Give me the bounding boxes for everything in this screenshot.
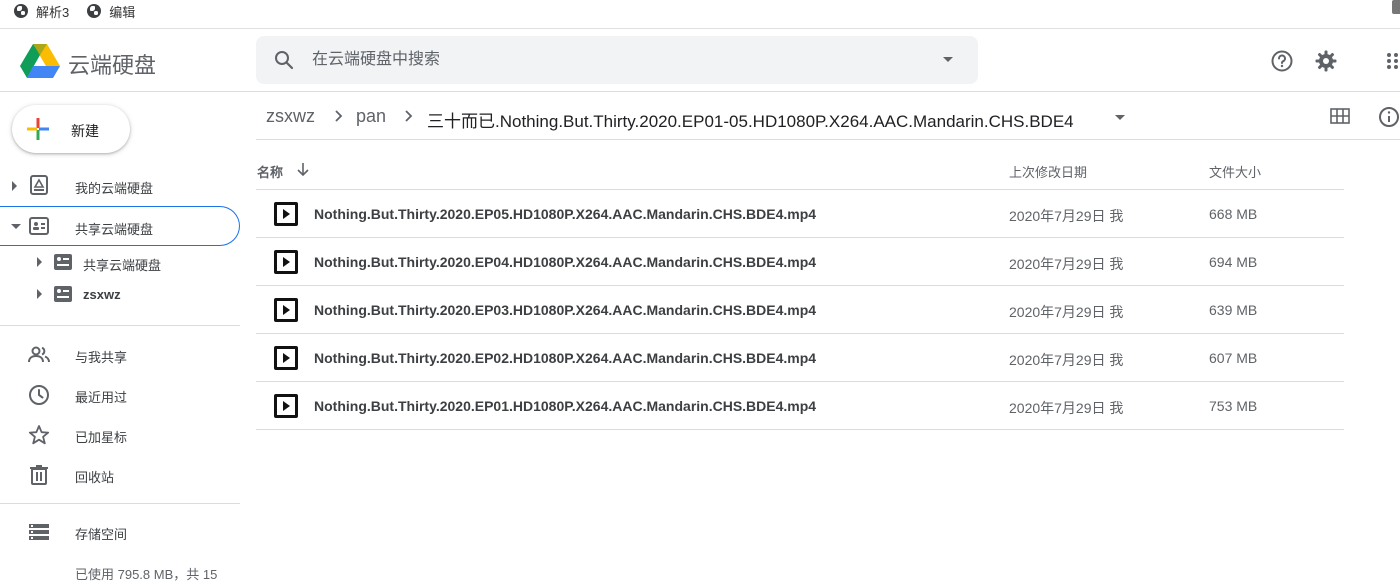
file-name: Nothing.But.Thirty.2020.EP04.HD1080P.X26… (314, 254, 817, 270)
file-modified: 2020年7月29日 我 (1009, 352, 1124, 368)
file-modified: 2020年7月29日 我 (1009, 256, 1124, 272)
apps-icon[interactable] (1386, 49, 1400, 73)
sidebar-divider (0, 503, 240, 504)
people-icon (28, 346, 50, 363)
grid-view-icon[interactable] (1330, 108, 1350, 124)
app-header: 云端硬盘 (0, 28, 1400, 92)
settings-icon[interactable] (1314, 49, 1338, 73)
file-row[interactable]: Nothing.But.Thirty.2020.EP05.HD1080P.X26… (256, 190, 1344, 238)
video-thumbnail-icon (274, 202, 298, 226)
search-input[interactable] (312, 48, 912, 72)
collapse-arrow-icon[interactable] (11, 224, 21, 229)
new-button-label: 新建 (71, 123, 99, 139)
sidebar-item-label: 存储空间 (75, 527, 128, 542)
file-list-header: 名称 上次修改日期 文件大小 (256, 150, 1344, 190)
video-thumbnail-icon (274, 298, 298, 322)
help-icon[interactable] (1270, 49, 1294, 73)
video-thumbnail-icon (274, 346, 298, 370)
expand-arrow-icon[interactable] (37, 257, 42, 267)
sidebar-subitem-zsxwz[interactable]: zsxwz (0, 278, 240, 310)
search-box[interactable] (256, 36, 978, 84)
breadcrumb-current-folder[interactable]: 三十而已.Nothing.But.Thirty.2020.EP01-05.HD1… (427, 107, 1074, 132)
globe-icon (87, 4, 102, 18)
bookmark-label: 编辑 (109, 4, 136, 20)
bookmark-item[interactable]: 编辑 (87, 2, 135, 21)
column-header-size[interactable]: 文件大小 (1209, 162, 1261, 181)
file-name: Nothing.But.Thirty.2020.EP02.HD1080P.X26… (314, 350, 817, 366)
file-modified: 2020年7月29日 我 (1009, 304, 1124, 320)
storage-usage-text: 已使用 795.8 MB，共 15 (75, 567, 218, 581)
sidebar-item-label: 与我共享 (75, 350, 128, 365)
column-header-name[interactable]: 名称 (257, 162, 283, 181)
file-row[interactable]: Nothing.But.Thirty.2020.EP04.HD1080P.X26… (256, 238, 1344, 286)
clock-icon (29, 385, 49, 405)
file-name: Nothing.But.Thirty.2020.EP03.HD1080P.X26… (314, 302, 817, 318)
sidebar-item-starred[interactable]: 已加星标 (0, 415, 240, 455)
chevron-right-icon (335, 110, 343, 122)
star-icon (28, 425, 50, 445)
breadcrumb: zsxwz pan 三十而已.Nothing.But.Thirty.2020.E… (256, 92, 1400, 140)
drive-logo-icon[interactable] (20, 43, 60, 79)
shared-drives-icon (29, 217, 49, 235)
bookmark-overflow-icon[interactable] (1392, 0, 1400, 14)
sidebar-item-label: 共享云端硬盘 (75, 222, 154, 237)
sidebar-divider (0, 325, 240, 326)
sidebar-subitem-shared-drive[interactable]: 共享云端硬盘 (0, 246, 240, 278)
sidebar-item-shared-with-me[interactable]: 与我共享 (0, 335, 240, 375)
sidebar-item-my-drive[interactable]: 我的云端硬盘 (0, 166, 240, 206)
trash-icon (30, 465, 48, 485)
file-size: 753 MB (1209, 398, 1258, 414)
sidebar-item-label: 我的云端硬盘 (75, 181, 154, 196)
file-size: 639 MB (1209, 302, 1258, 318)
expand-arrow-icon[interactable] (37, 289, 42, 299)
file-modified: 2020年7月29日 我 (1009, 400, 1124, 416)
video-thumbnail-icon (274, 250, 298, 274)
file-row[interactable]: Nothing.But.Thirty.2020.EP03.HD1080P.X26… (256, 286, 1344, 334)
bookmark-label: 解析3 (36, 4, 70, 20)
storage-icon (29, 524, 49, 540)
bookmarks-bar: 解析3 编辑 (0, 0, 1400, 22)
shared-drive-folder-icon (54, 254, 72, 270)
plus-icon (27, 118, 49, 140)
expand-arrow-icon[interactable] (12, 181, 17, 191)
sort-arrow-down-icon[interactable] (296, 161, 310, 177)
folder-menu-dropdown-icon[interactable] (1115, 115, 1125, 120)
file-name: Nothing.But.Thirty.2020.EP05.HD1080P.X26… (314, 206, 817, 222)
sidebar-item-recent[interactable]: 最近用过 (0, 375, 240, 415)
info-icon[interactable] (1378, 106, 1400, 128)
app-brand[interactable]: 云端硬盘 (68, 48, 156, 80)
my-drive-icon (30, 175, 48, 195)
breadcrumb-item[interactable]: pan (356, 106, 386, 127)
breadcrumb-item[interactable]: zsxwz (266, 106, 315, 127)
globe-icon (14, 4, 28, 18)
sidebar-item-trash[interactable]: 回收站 (0, 455, 240, 495)
file-modified: 2020年7月29日 我 (1009, 208, 1124, 224)
sidebar-subitem-label: zsxwz (83, 287, 121, 302)
sidebar-subitem-label: 共享云端硬盘 (83, 258, 162, 273)
file-row[interactable]: Nothing.But.Thirty.2020.EP02.HD1080P.X26… (256, 334, 1344, 382)
file-size: 668 MB (1209, 206, 1258, 222)
shared-drive-folder-icon (54, 286, 72, 302)
new-button[interactable]: 新建 (12, 105, 130, 153)
sidebar-item-storage[interactable]: 存储空间 (0, 512, 240, 552)
sidebar-item-shared-drives[interactable]: 共享云端硬盘 (0, 206, 240, 246)
file-row[interactable]: Nothing.But.Thirty.2020.EP01.HD1080P.X26… (256, 382, 1344, 430)
file-name: Nothing.But.Thirty.2020.EP01.HD1080P.X26… (314, 398, 817, 414)
column-header-modified[interactable]: 上次修改日期 (1009, 162, 1087, 181)
file-size: 607 MB (1209, 350, 1258, 366)
search-options-dropdown-icon[interactable] (943, 57, 953, 62)
file-size: 694 MB (1209, 254, 1258, 270)
sidebar-item-label: 最近用过 (75, 390, 128, 405)
sidebar-item-label: 已加星标 (75, 430, 128, 445)
video-thumbnail-icon (274, 394, 298, 418)
sidebar-item-label: 回收站 (75, 470, 115, 485)
bookmark-item[interactable]: 解析3 (14, 2, 69, 21)
search-icon[interactable] (274, 50, 294, 70)
chevron-right-icon (405, 110, 413, 122)
